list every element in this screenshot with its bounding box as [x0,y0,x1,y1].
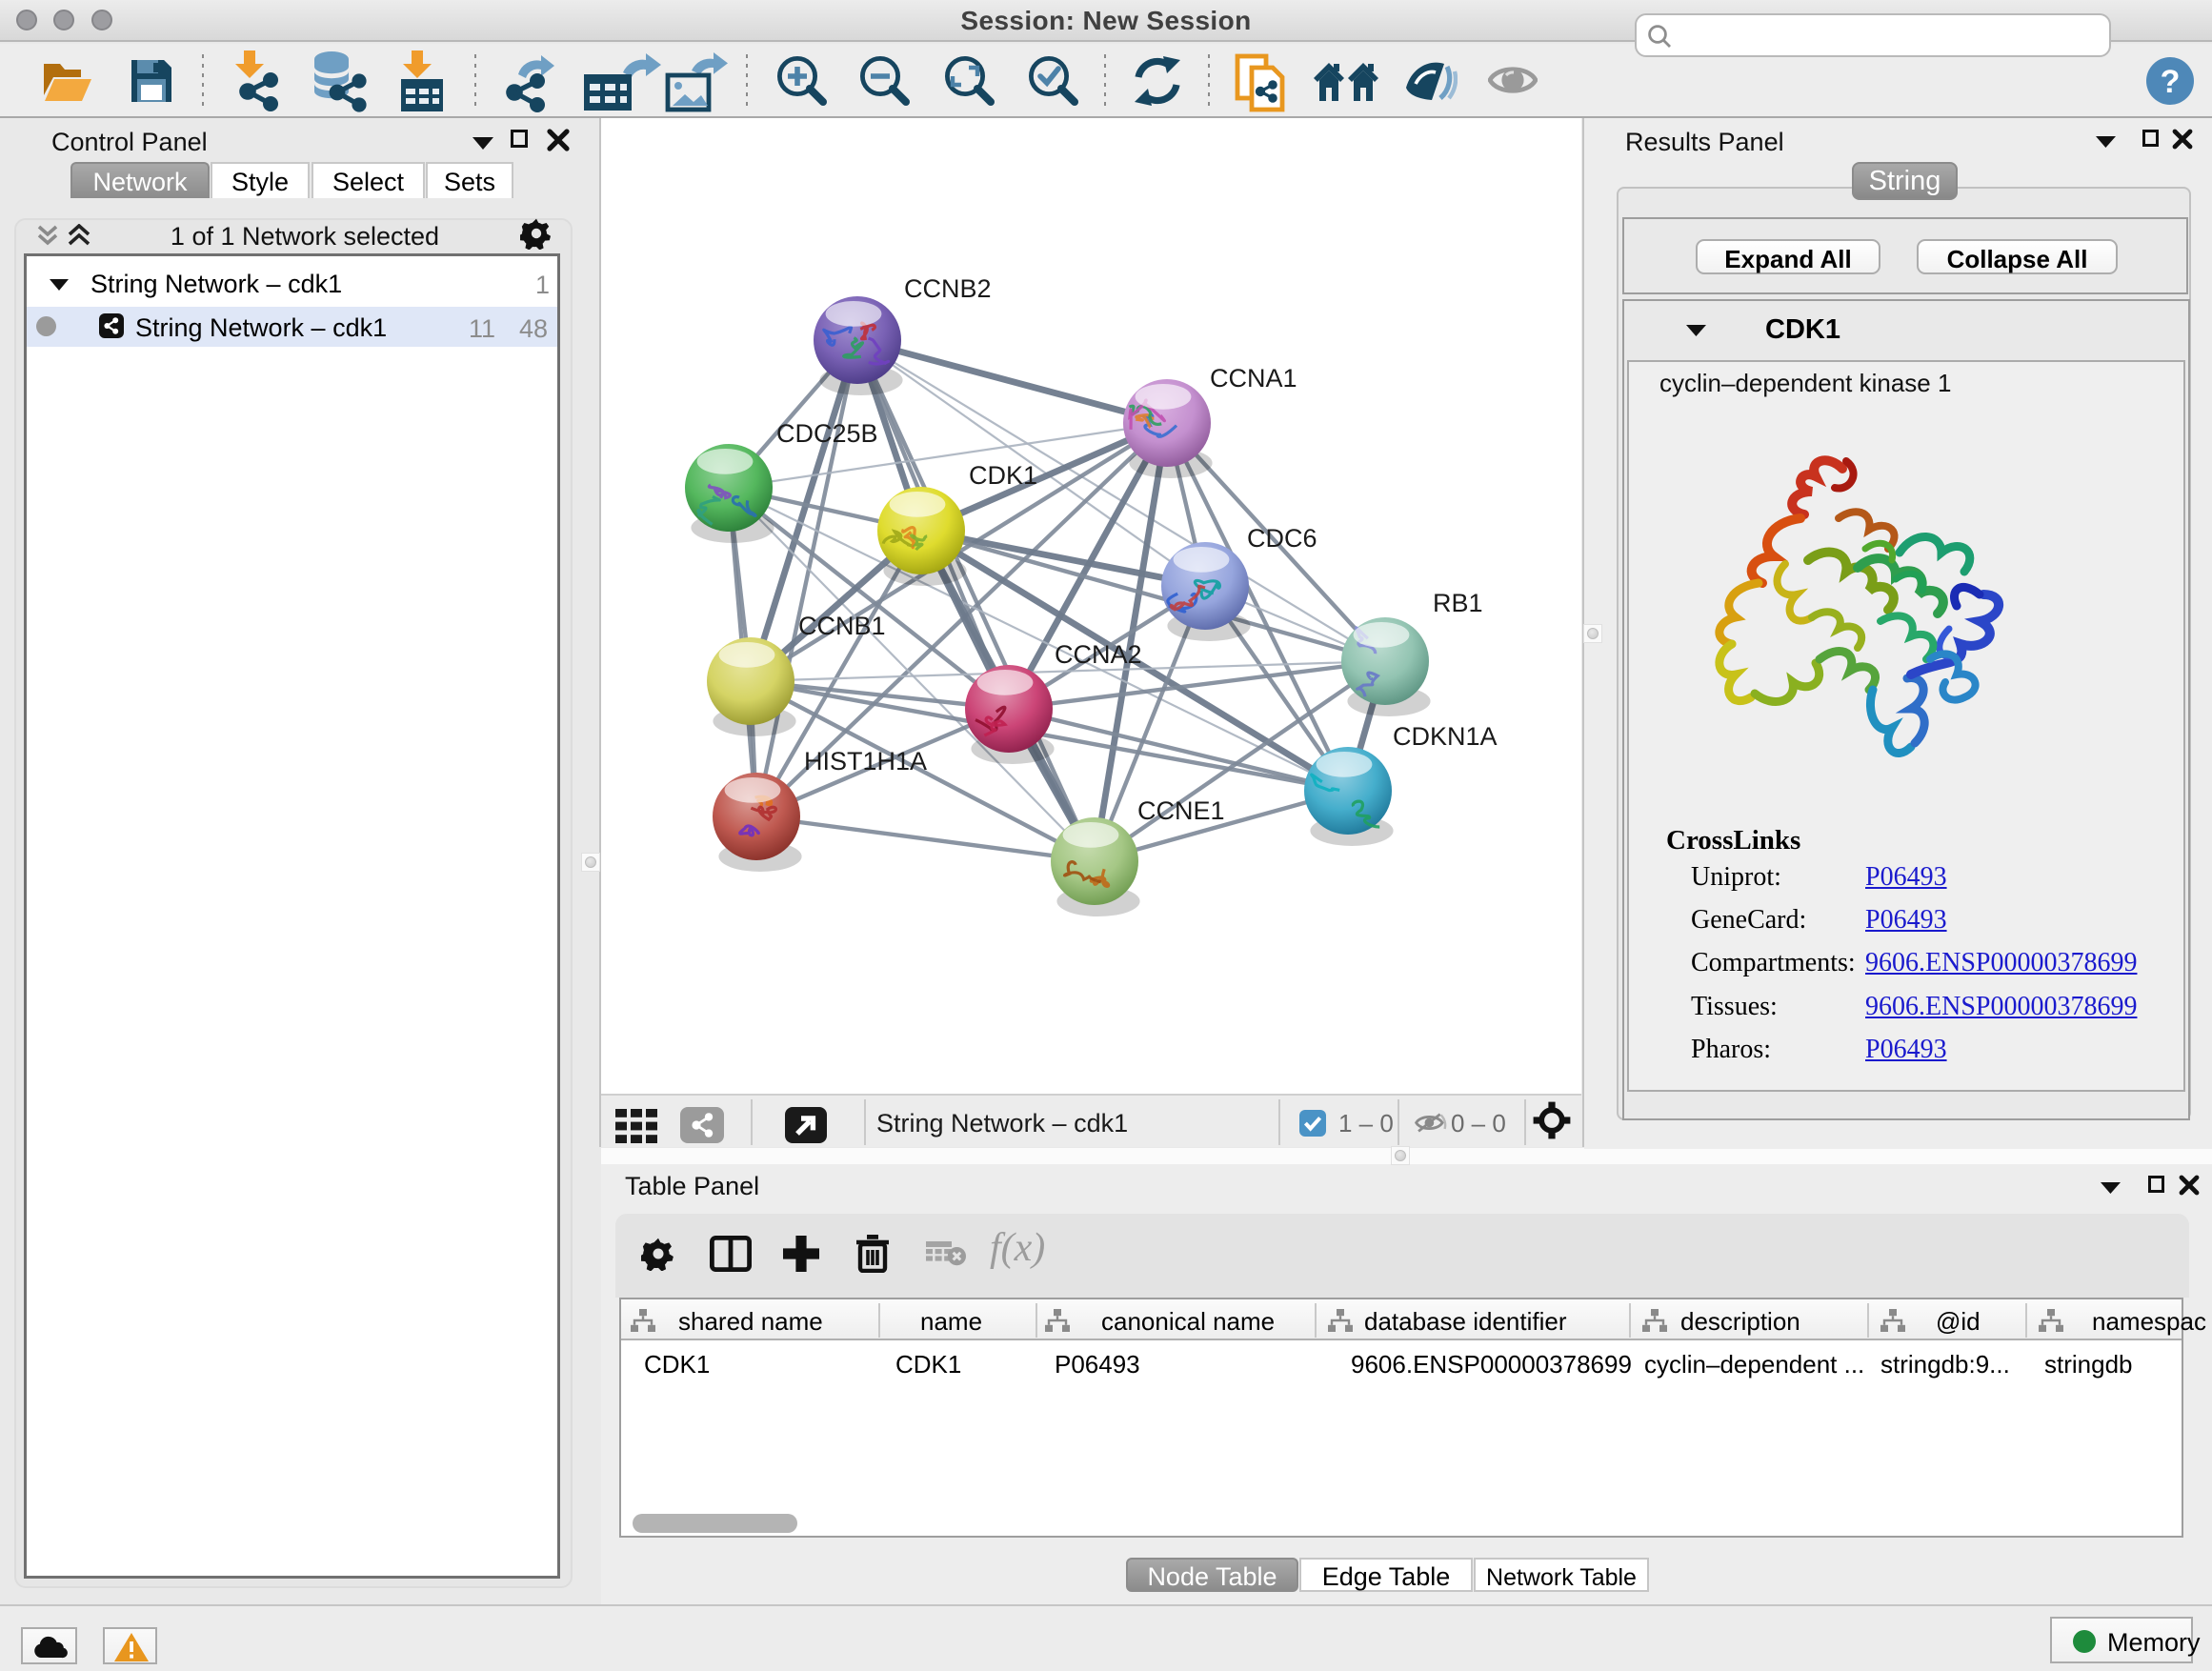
svg-text:CCNB2: CCNB2 [904,274,992,303]
svg-text:CDK1: CDK1 [969,461,1037,490]
svg-text:?: ? [2161,64,2181,100]
svg-text:CCNA1: CCNA1 [1210,364,1297,393]
svg-text:RB1: RB1 [1433,589,1483,617]
svg-text:CCNB1: CCNB1 [798,612,886,640]
svg-text:CCNA2: CCNA2 [1055,640,1142,669]
svg-text:CDKN1A: CDKN1A [1393,722,1498,751]
svg-text:CDC6: CDC6 [1247,524,1317,553]
svg-text:HIST1H1A: HIST1H1A [804,747,927,775]
svg-text:CDC25B: CDC25B [776,419,878,448]
svg-text:CCNE1: CCNE1 [1137,796,1225,825]
